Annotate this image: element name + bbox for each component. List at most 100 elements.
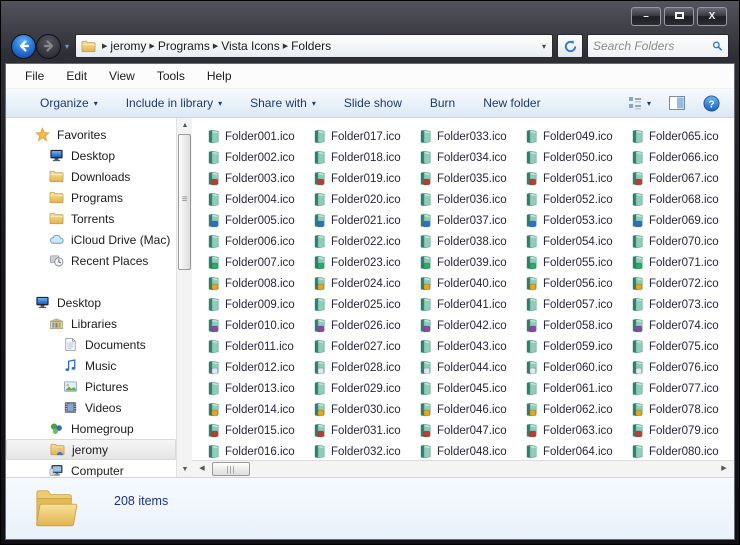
file-item[interactable]: Folder063.ico (524, 420, 630, 441)
file-item[interactable]: Folder060.ico (524, 357, 630, 378)
file-item[interactable]: Folder011.ico (206, 336, 312, 357)
sidebar-item-documents[interactable]: Documents (6, 334, 176, 355)
horizontal-scrollbar-thumb[interactable] (212, 462, 250, 476)
file-item[interactable]: Folder040.ico (418, 273, 524, 294)
file-item[interactable]: Folder022.ico (312, 231, 418, 252)
file-item[interactable]: Folder044.ico (418, 357, 524, 378)
sidebar-section-favorites[interactable]: Favorites (6, 124, 176, 145)
close-button[interactable]: X (697, 7, 727, 26)
sidebar-section-desktop[interactable]: Desktop (6, 292, 176, 313)
file-item[interactable]: Folder012.ico (206, 357, 312, 378)
file-item[interactable]: Folder026.ico (312, 315, 418, 336)
refresh-button[interactable] (557, 34, 583, 58)
file-item[interactable]: Folder064.ico (524, 441, 630, 462)
file-item[interactable]: Folder073.ico (630, 294, 734, 315)
breadcrumb-segment-vista-icons[interactable]: Vista Icons (221, 39, 279, 53)
menu-file[interactable]: File (16, 66, 53, 86)
file-item[interactable]: Folder008.ico (206, 273, 312, 294)
file-item[interactable]: Folder030.ico (312, 399, 418, 420)
file-item[interactable]: Folder057.ico (524, 294, 630, 315)
help-button[interactable]: ? (699, 92, 724, 115)
file-item[interactable]: Folder065.ico (630, 126, 734, 147)
file-item[interactable]: Folder023.ico (312, 252, 418, 273)
sidebar-item-computer[interactable]: Computer (6, 460, 176, 477)
sidebar-item-torrents[interactable]: Torrents (6, 208, 176, 229)
file-item[interactable]: Folder017.ico (312, 126, 418, 147)
scroll-down-icon[interactable]: ▼ (177, 462, 193, 477)
file-item[interactable]: Folder055.ico (524, 252, 630, 273)
file-item[interactable]: Folder079.ico (630, 420, 734, 441)
file-item[interactable]: Folder032.ico (312, 441, 418, 462)
file-item[interactable]: Folder058.ico (524, 315, 630, 336)
file-item[interactable]: Folder014.ico (206, 399, 312, 420)
sidebar-scrollbar-thumb[interactable] (178, 134, 191, 270)
file-item[interactable]: Folder077.ico (630, 378, 734, 399)
file-item[interactable]: Folder050.ico (524, 147, 630, 168)
file-item[interactable]: Folder038.ico (418, 231, 524, 252)
sidebar-item-music[interactable]: Music (6, 355, 176, 376)
breadcrumb-segment-jeromy[interactable]: jeromy (110, 39, 146, 53)
file-item[interactable]: Folder047.ico (418, 420, 524, 441)
menu-help[interactable]: Help (198, 66, 241, 86)
file-item[interactable]: Folder029.ico (312, 378, 418, 399)
file-item[interactable]: Folder006.ico (206, 231, 312, 252)
recent-pages-caret[interactable]: ▾ (65, 42, 69, 51)
file-item[interactable]: Folder009.ico (206, 294, 312, 315)
toolbar-burn[interactable]: Burn (420, 92, 465, 114)
preview-pane-button[interactable] (665, 93, 689, 113)
toolbar-new-folder[interactable]: New folder (473, 92, 550, 114)
toolbar-slide-show[interactable]: Slide show (334, 92, 412, 114)
menu-edit[interactable]: Edit (57, 66, 96, 86)
file-item[interactable]: Folder061.ico (524, 378, 630, 399)
file-item[interactable]: Folder021.ico (312, 210, 418, 231)
file-item[interactable]: Folder053.ico (524, 210, 630, 231)
file-item[interactable]: Folder062.ico (524, 399, 630, 420)
minimize-button[interactable]: – (631, 7, 661, 26)
change-view-button[interactable]: ▾ (624, 93, 655, 113)
search-input[interactable] (593, 39, 713, 53)
breadcrumb[interactable]: ▶ jeromy ▶ Programs ▶ Vista Icons ▶ Folders ▾ (75, 34, 553, 58)
file-item[interactable]: Folder015.ico (206, 420, 312, 441)
scroll-up-icon[interactable]: ▲ (177, 118, 193, 133)
file-item[interactable]: Folder074.ico (630, 315, 734, 336)
scroll-right-icon[interactable]: ▶ (716, 461, 732, 477)
title-bar[interactable]: – X (1, 1, 739, 29)
file-item[interactable]: Folder069.ico (630, 210, 734, 231)
file-item[interactable]: Folder071.ico (630, 252, 734, 273)
file-item[interactable]: Folder039.ico (418, 252, 524, 273)
file-item[interactable]: Folder004.ico (206, 189, 312, 210)
file-item[interactable]: Folder056.ico (524, 273, 630, 294)
file-item[interactable]: Folder068.ico (630, 189, 734, 210)
file-item[interactable]: Folder028.ico (312, 357, 418, 378)
file-item[interactable]: Folder016.ico (206, 441, 312, 462)
file-item[interactable]: Folder080.ico (630, 441, 734, 462)
toolbar-include-in-library[interactable]: Include in library ▾ (116, 92, 232, 114)
sidebar-item-recent-places[interactable]: Recent Places (6, 250, 176, 271)
file-item[interactable]: Folder031.ico (312, 420, 418, 441)
maximize-button[interactable] (664, 7, 694, 26)
file-item[interactable]: Folder070.ico (630, 231, 734, 252)
sidebar-item-pictures[interactable]: Pictures (6, 376, 176, 397)
file-item[interactable]: Folder045.ico (418, 378, 524, 399)
file-item[interactable]: Folder007.ico (206, 252, 312, 273)
file-item[interactable]: Folder024.ico (312, 273, 418, 294)
file-item[interactable]: Folder048.ico (418, 441, 524, 462)
menu-view[interactable]: View (100, 66, 144, 86)
file-item[interactable]: Folder010.ico (206, 315, 312, 336)
file-item[interactable]: Folder034.ico (418, 147, 524, 168)
file-item[interactable]: Folder075.ico (630, 336, 734, 357)
file-item[interactable]: Folder067.ico (630, 168, 734, 189)
sidebar-item-desktop[interactable]: Desktop (6, 145, 176, 166)
file-item[interactable]: Folder059.ico (524, 336, 630, 357)
file-item[interactable]: Folder052.ico (524, 189, 630, 210)
menu-tools[interactable]: Tools (148, 66, 194, 86)
file-item[interactable]: Folder013.ico (206, 378, 312, 399)
file-item[interactable]: Folder027.ico (312, 336, 418, 357)
toolbar-organize[interactable]: Organize ▾ (30, 92, 108, 114)
sidebar-item-homegroup[interactable]: Homegroup (6, 418, 176, 439)
file-item[interactable]: Folder002.ico (206, 147, 312, 168)
file-item[interactable]: Folder037.ico (418, 210, 524, 231)
sidebar-item-programs[interactable]: Programs (6, 187, 176, 208)
sidebar-scrollbar[interactable]: ▲ ▼ (176, 118, 192, 477)
file-item[interactable]: Folder046.ico (418, 399, 524, 420)
